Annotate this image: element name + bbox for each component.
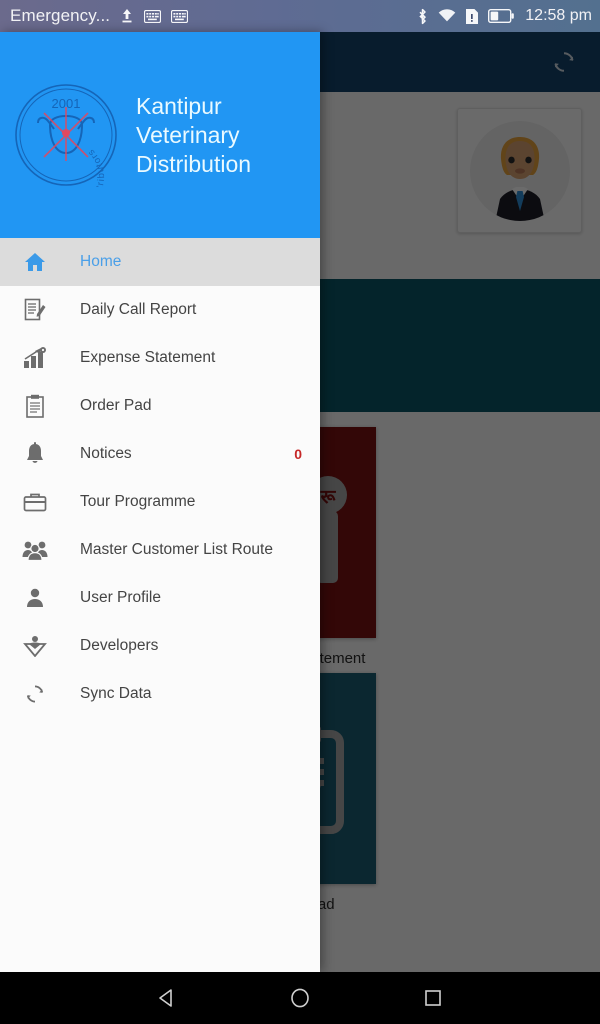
clipboard-icon	[20, 394, 50, 418]
status-bar: Emergency... 12:58 pm	[0, 0, 600, 32]
home-circle-icon[interactable]	[280, 978, 320, 1018]
sidebar-item-sync-data-label: Sync Data	[80, 685, 152, 702]
sidebar-item-developers[interactable]: Developers	[0, 622, 320, 670]
sidebar-item-daily-call-report-label: Daily Call Report	[80, 301, 197, 318]
drawer-header: 2001 Kantipur Vet Distributors Kantipur …	[0, 32, 320, 238]
status-bar-notification-title: Emergency...	[10, 6, 111, 25]
bar-chart-gear-icon	[20, 347, 50, 369]
brand-line-3: Distribution	[136, 150, 252, 177]
phone-screen: Emergency... 12:58 pm 2001 tributors Kan…	[0, 0, 600, 1024]
wifi-icon	[438, 9, 456, 23]
sidebar-item-home-label: Home	[80, 253, 122, 270]
report-pen-icon	[20, 298, 50, 322]
brand-line-1: Kantipur	[136, 92, 222, 119]
status-bar-left: Emergency...	[10, 6, 189, 26]
sidebar-item-user-profile[interactable]: User Profile	[0, 574, 320, 622]
people-group-icon	[20, 539, 50, 561]
sidebar-item-tour-programme-label: Tour Programme	[80, 493, 196, 510]
navigation-drawer: 2001 Kantipur Vet Distributors Kantipur …	[0, 32, 320, 972]
sidebar-item-master-customer-list-route-label: Master Customer List Route	[80, 541, 273, 558]
sidebar-item-master-customer-list-route[interactable]: Master Customer List Route	[0, 526, 320, 574]
sidebar-item-tour-programme[interactable]: Tour Programme	[0, 478, 320, 526]
drawer-brand-name: Kantipur Veterinary Distribution	[136, 92, 251, 179]
home-icon	[20, 251, 50, 273]
notices-badge: 0	[294, 446, 302, 462]
status-bar-clock: 12:58 pm	[525, 7, 592, 24]
upload-icon	[120, 8, 134, 24]
company-logo-icon: 2001 Kantipur Vet Distributors	[15, 84, 117, 187]
sidebar-item-order-pad[interactable]: Order Pad	[0, 382, 320, 430]
battery-icon	[488, 9, 515, 23]
drawer-menu-list: Home Daily Call Report Expense Statement…	[0, 238, 320, 718]
briefcase-icon	[20, 492, 50, 512]
sidebar-item-notices-label: Notices	[80, 445, 132, 462]
sim-card-alert-icon	[465, 8, 479, 25]
sidebar-item-expense-statement[interactable]: Expense Statement	[0, 334, 320, 382]
sidebar-item-expense-statement-label: Expense Statement	[80, 349, 216, 366]
bell-icon	[20, 442, 50, 466]
sidebar-item-user-profile-label: User Profile	[80, 589, 161, 606]
sync-icon	[20, 683, 50, 705]
sidebar-item-order-pad-label: Order Pad	[80, 397, 152, 414]
person-icon	[20, 587, 50, 609]
sidebar-item-developers-label: Developers	[80, 637, 159, 654]
recents-square-icon[interactable]	[413, 978, 453, 1018]
brand-line-2: Veterinary	[136, 121, 240, 148]
sidebar-item-daily-call-report[interactable]: Daily Call Report	[0, 286, 320, 334]
keyboard-icon	[144, 9, 162, 23]
keyboard-icon	[171, 9, 189, 23]
status-bar-right: 12:58 pm	[416, 7, 592, 25]
system-navigation-bar	[0, 972, 600, 1024]
sidebar-item-sync-data[interactable]: Sync Data	[0, 670, 320, 718]
sidebar-item-home[interactable]: Home	[0, 238, 320, 286]
back-triangle-icon[interactable]	[147, 978, 187, 1018]
bluetooth-icon	[416, 8, 429, 25]
developers-icon	[20, 635, 50, 657]
sidebar-item-notices[interactable]: Notices 0	[0, 430, 320, 478]
